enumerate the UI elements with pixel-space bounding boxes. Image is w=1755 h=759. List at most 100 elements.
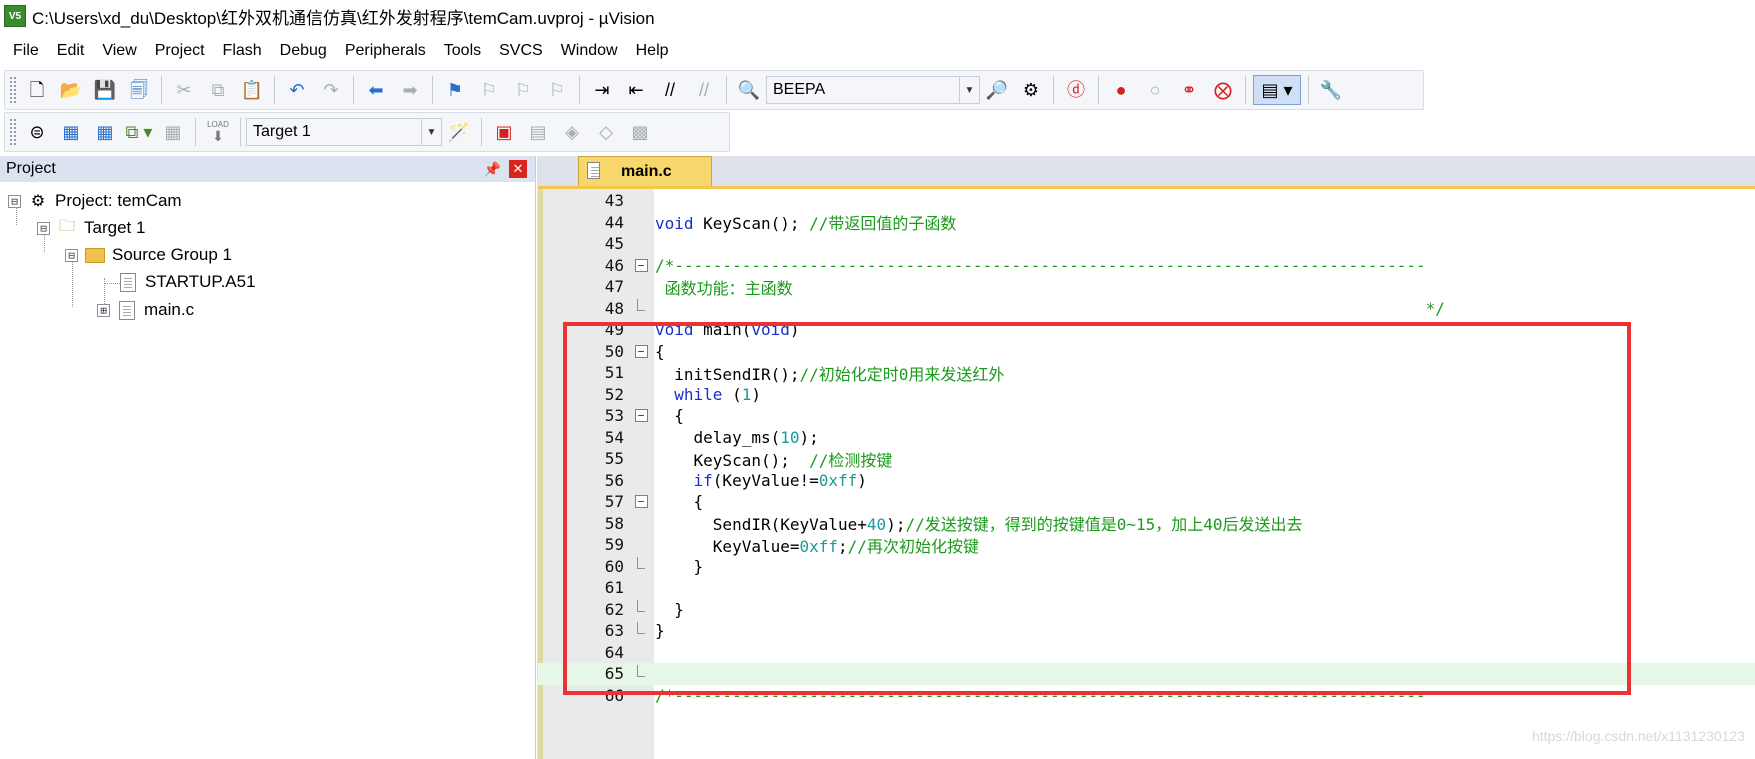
open-folder-icon[interactable]: 📂	[56, 75, 86, 105]
menu-window[interactable]: Window	[552, 36, 627, 66]
prev-bookmark-icon[interactable]: ⚐	[474, 75, 504, 105]
next-bookmark-icon[interactable]: ⚐	[508, 75, 538, 105]
menu-project[interactable]: Project	[146, 36, 214, 66]
comment-icon[interactable]: //	[655, 75, 685, 105]
stop-build-icon[interactable]: ▦	[158, 117, 188, 147]
toolbar-grip[interactable]	[9, 118, 17, 146]
bookmark-icon[interactable]: ⚑	[440, 75, 470, 105]
debug-session-icon[interactable]: ⓓ	[1061, 75, 1091, 105]
code-line[interactable]: 51 initSendIR();//初始化定时0用来发送红外	[538, 362, 1755, 384]
code-line[interactable]: 52 while (1)	[538, 384, 1755, 406]
manage-project-items-icon[interactable]: ▣	[489, 117, 519, 147]
collapse-icon[interactable]: ⊟	[37, 221, 50, 235]
fold-toggle-icon[interactable]: −	[633, 343, 649, 359]
pack-installer-icon[interactable]: ▩	[625, 117, 655, 147]
code-editor[interactable]: 43 44 void KeyScan(); //带返回值的子函数 45 46−/*---…	[538, 186, 1755, 759]
code-line[interactable]: 61	[538, 577, 1755, 599]
tree-node-source-group[interactable]: ⊟ Source Group 1	[65, 243, 232, 267]
code-line[interactable]: 62 }	[538, 599, 1755, 621]
menu-debug[interactable]: Debug	[271, 36, 336, 66]
code-line[interactable]: 56 if(KeyValue!=0xff)	[538, 470, 1755, 492]
kill-all-breakpoints-icon[interactable]: ⨂	[1208, 75, 1238, 105]
chevron-down-icon[interactable]: ▼	[421, 119, 441, 145]
translate-icon[interactable]: ⊜	[22, 117, 52, 147]
tree-node-main[interactable]: ⊞ main.c	[97, 298, 194, 322]
redo-icon[interactable]: ↷	[316, 75, 346, 105]
save-all-icon[interactable]: 🗐	[124, 75, 154, 105]
paste-icon[interactable]: 📋	[237, 75, 267, 105]
code-line[interactable]: 60 }	[538, 556, 1755, 578]
code-line[interactable]: 63}	[538, 620, 1755, 642]
menu-tools[interactable]: Tools	[435, 36, 490, 66]
uncomment-icon[interactable]: //	[689, 75, 719, 105]
code-line[interactable]: 45	[538, 233, 1755, 255]
select-packs-icon[interactable]: ▤	[523, 117, 553, 147]
configure-icon[interactable]: 🔧	[1316, 75, 1346, 105]
target-combo[interactable]: Target 1 ▼	[246, 118, 442, 146]
copy-icon[interactable]: ⧉	[203, 75, 233, 105]
disable-breakpoint-icon[interactable]: ○	[1140, 75, 1170, 105]
select-software-packs-icon[interactable]: ◇	[591, 117, 621, 147]
pin-icon[interactable]: 📌	[484, 161, 501, 178]
code-line[interactable]: 65	[538, 663, 1755, 685]
rebuild-icon[interactable]: ▦	[90, 117, 120, 147]
code-line[interactable]: 64	[538, 642, 1755, 664]
code-line[interactable]: 54 delay_ms(10);	[538, 427, 1755, 449]
tree-node-project[interactable]: ⊟ ⚙ Project: temCam	[8, 189, 182, 213]
indent-icon[interactable]: ⇥	[587, 75, 617, 105]
code-line[interactable]: 58 SendIR(KeyValue+40);//发送按键，得到的按键值是0~1…	[538, 513, 1755, 535]
code-line[interactable]: 59 KeyValue=0xff;//再次初始化按键	[538, 534, 1755, 556]
code-line[interactable]: 44 void KeyScan(); //带返回值的子函数	[538, 212, 1755, 234]
navigate-back-icon[interactable]: ⬅	[361, 75, 391, 105]
fold-toggle-icon[interactable]: −	[633, 494, 649, 510]
code-line[interactable]: 49 void main(void)	[538, 319, 1755, 341]
save-icon[interactable]: 💾	[90, 75, 120, 105]
fold-toggle-icon[interactable]: −	[633, 408, 649, 424]
undo-icon[interactable]: ↶	[282, 75, 312, 105]
tab-main-c[interactable]: main.c	[578, 156, 712, 186]
menu-view[interactable]: View	[93, 36, 145, 66]
code-line[interactable]: 43	[538, 190, 1755, 212]
menu-edit[interactable]: Edit	[48, 36, 94, 66]
code-line[interactable]: 53− {	[538, 405, 1755, 427]
disable-all-breakpoints-icon[interactable]: ⚭	[1174, 75, 1204, 105]
menu-peripherals[interactable]: Peripherals	[336, 36, 435, 66]
menu-help[interactable]: Help	[627, 36, 678, 66]
code-text: }	[655, 621, 665, 641]
collapse-icon[interactable]: ⊟	[65, 248, 78, 262]
clear-bookmarks-icon[interactable]: ⚐	[542, 75, 572, 105]
menu-flash[interactable]: Flash	[214, 36, 271, 66]
menu-file[interactable]: File	[4, 36, 48, 66]
code-line[interactable]: 50−{	[538, 341, 1755, 363]
fold-toggle-icon[interactable]: −	[633, 257, 649, 273]
batch-build-icon[interactable]: ⧉ ▾	[124, 117, 154, 147]
code-line[interactable]: 48 */	[538, 298, 1755, 320]
expand-icon[interactable]: ⊞	[97, 303, 110, 317]
menu-svcs[interactable]: SVCS	[490, 36, 552, 66]
insert-breakpoint-icon[interactable]: ●	[1106, 75, 1136, 105]
new-file-icon[interactable]: 🗋	[22, 75, 52, 105]
close-icon[interactable]: ✕	[509, 160, 527, 178]
tree-node-target[interactable]: ⊟ 🗀 Target 1	[37, 216, 145, 240]
build-icon[interactable]: ▦	[56, 117, 86, 147]
find-in-files-icon[interactable]: 🔍	[734, 75, 764, 105]
incremental-find-icon[interactable]: ⚙	[1016, 75, 1046, 105]
unindent-icon[interactable]: ⇤	[621, 75, 651, 105]
download-icon[interactable]: LOAD ⬇	[203, 117, 233, 147]
code-line[interactable]: 57− {	[538, 491, 1755, 513]
target-options-icon[interactable]: 🪄	[444, 117, 474, 147]
toolbar-grip[interactable]	[9, 76, 17, 104]
chevron-down-icon[interactable]: ▼	[959, 77, 979, 103]
code-line[interactable]: 55 KeyScan(); //检测按键	[538, 448, 1755, 470]
cut-icon[interactable]: ✂	[169, 75, 199, 105]
find-icon[interactable]: 🔎	[982, 75, 1012, 105]
navigate-forward-icon[interactable]: ➡	[395, 75, 425, 105]
window-layout-icon[interactable]: ▤ ▾	[1253, 75, 1301, 105]
collapse-icon[interactable]: ⊟	[8, 194, 21, 208]
manage-rte-icon[interactable]: ◈	[557, 117, 587, 147]
tree-node-startup[interactable]: STARTUP.A51	[117, 270, 256, 294]
code-line[interactable]: 47 函数功能：主函数	[538, 276, 1755, 298]
find-combo[interactable]: BEEPA ▼	[766, 76, 980, 104]
code-line[interactable]: 66 /*------------------------------------…	[538, 685, 1755, 707]
code-line[interactable]: 46−/*-----------------------------------…	[538, 255, 1755, 277]
